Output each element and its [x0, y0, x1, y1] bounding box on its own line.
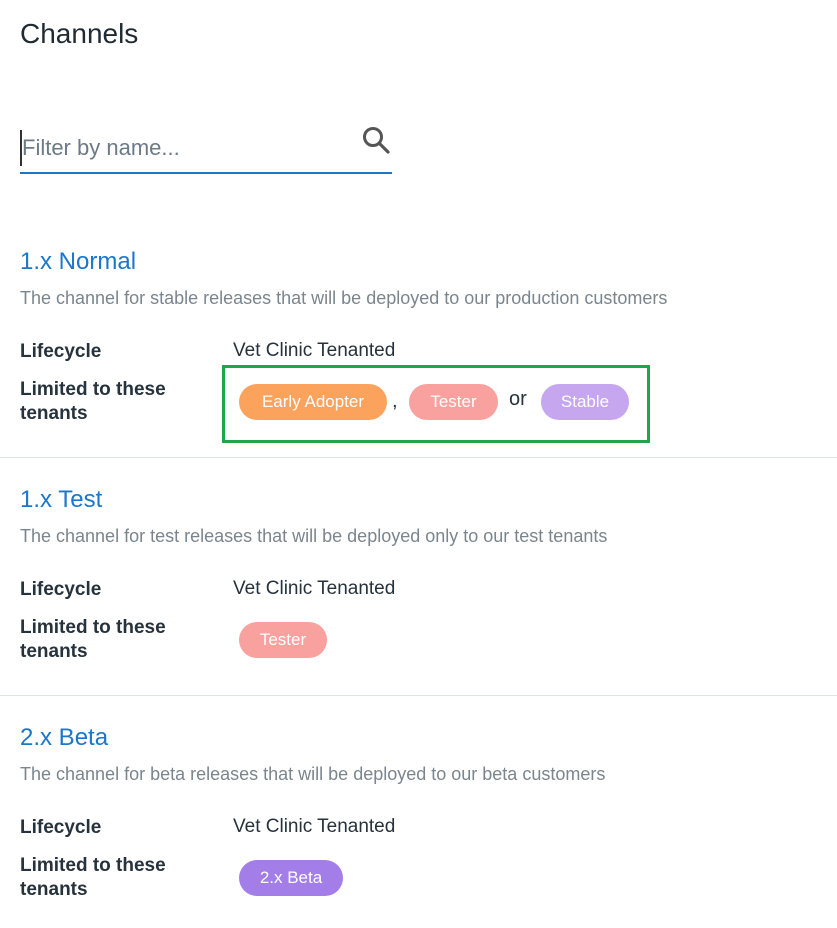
lifecycle-label: Lifecycle: [20, 579, 102, 600]
filter-input[interactable]: [20, 130, 352, 166]
channel-name-link[interactable]: 1.x Test: [20, 486, 102, 514]
filter-field[interactable]: [20, 122, 392, 174]
limited-label-line1: Limited to these: [20, 379, 166, 400]
tag-tester: Tester: [239, 622, 327, 658]
channel-divider: [0, 695, 837, 696]
limited-tenants-label: Limited to these tenants: [20, 616, 166, 664]
lifecycle-label: Lifecycle: [20, 817, 102, 838]
limited-label-line2: tenants: [20, 879, 88, 900]
search-icon[interactable]: [360, 124, 392, 156]
lifecycle-value: Vet Clinic Tenanted: [233, 340, 396, 361]
lifecycle-value: Vet Clinic Tenanted: [233, 578, 396, 599]
channel-description: The channel for beta releases that will …: [20, 764, 606, 784]
tenant-tags-highlight: [222, 365, 650, 443]
limited-label-line2: tenants: [20, 641, 88, 662]
limited-tenants-label: Limited to these tenants: [20, 854, 166, 902]
channel-divider: [0, 457, 837, 458]
lifecycle-label: Lifecycle: [20, 341, 102, 362]
channel-description: The channel for test releases that will …: [20, 526, 608, 546]
limited-label-line1: Limited to these: [20, 617, 166, 638]
tag-2x-beta: 2.x Beta: [239, 860, 343, 896]
lifecycle-value: Vet Clinic Tenanted: [233, 816, 396, 837]
limited-label-line2: tenants: [20, 403, 88, 424]
channel-name-link[interactable]: 2.x Beta: [20, 724, 108, 752]
channel-name-link[interactable]: 1.x Normal: [20, 248, 136, 276]
limited-tenants-label: Limited to these tenants: [20, 378, 166, 426]
page-title: Channels: [20, 18, 139, 49]
limited-label-line1: Limited to these: [20, 855, 166, 876]
channel-description: The channel for stable releases that wil…: [20, 288, 668, 308]
